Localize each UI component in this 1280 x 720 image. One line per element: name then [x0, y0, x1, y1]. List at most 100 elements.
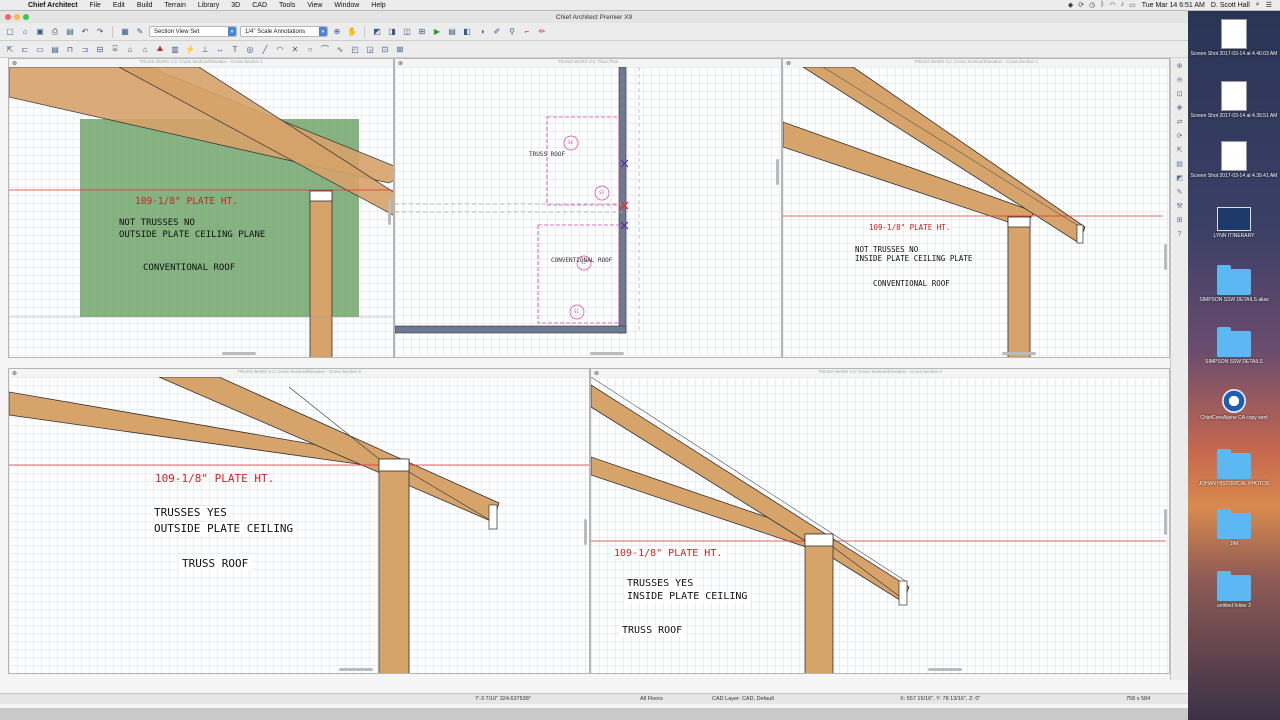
redo-icon[interactable]: ↷ — [94, 26, 106, 38]
reference-icon[interactable]: ⊠ — [394, 43, 406, 55]
cross-section-view-3[interactable]: TRUSS WARS V.2: Cross Section/Elevation … — [8, 368, 590, 674]
close-view-icon[interactable]: ⊗ — [594, 370, 599, 377]
menu-window[interactable]: Window — [328, 2, 365, 9]
delete-icon[interactable]: ✕ — [289, 43, 301, 55]
camera-icon[interactable]: ◩ — [1175, 174, 1185, 184]
menu-cad[interactable]: CAD — [246, 2, 273, 9]
polyline-icon[interactable]: ⌒ — [319, 43, 331, 55]
spotlight-icon[interactable]: ⌕ — [1256, 1, 1260, 9]
draw-wall-icon[interactable]: ⊏ — [19, 43, 31, 55]
render-icon[interactable]: ◑ — [476, 26, 488, 38]
terrain-icon[interactable]: ⛰ — [154, 43, 166, 55]
menu-app-name[interactable]: Chief Architect — [22, 2, 84, 9]
zoom-out-icon[interactable]: ⊖ — [1175, 76, 1185, 86]
close-view-icon[interactable]: ⊗ — [12, 60, 17, 67]
vertical-scrollbar[interactable] — [776, 159, 779, 185]
cross-section-view-2[interactable]: TRUSS WARS V.2: Cross Section/Elevation … — [782, 58, 1170, 358]
vertical-scrollbar[interactable] — [1164, 244, 1167, 270]
cross-section-view-4[interactable]: TRUSS WARS V.2: Cross Section/Elevation … — [590, 368, 1170, 674]
dimension-icon[interactable]: ↔ — [214, 43, 226, 55]
undo-icon[interactable]: ↶ — [79, 26, 91, 38]
menu-build[interactable]: Build — [131, 2, 159, 9]
zoom-in-icon[interactable]: ⊕ — [1175, 62, 1185, 72]
layer-display-icon[interactable]: ▦ — [119, 26, 131, 38]
record-icon[interactable]: ▤ — [446, 26, 458, 38]
refresh-icon[interactable]: ⟳ — [1175, 132, 1185, 142]
desktop-folder[interactable]: JOHAN HISTORICAL PHOTOS — [1188, 449, 1280, 487]
cross-section-icon[interactable]: ⊞ — [416, 26, 428, 38]
edit-icon[interactable]: ✎ — [1175, 188, 1185, 198]
zoom-icon[interactable]: ⊕ — [331, 26, 343, 38]
door-icon[interactable]: ⊐ — [79, 43, 91, 55]
material-eyedropper-icon[interactable]: ⚲ — [506, 26, 518, 38]
tile-horizontal-icon[interactable]: ◰ — [349, 43, 361, 55]
vertical-scrollbar[interactable] — [584, 519, 587, 545]
menu-tools[interactable]: Tools — [273, 2, 301, 9]
desktop-folder[interactable]: SIMPSON SSW DETAILS alias — [1188, 265, 1280, 303]
hand-icon[interactable]: ✋ — [346, 26, 358, 38]
desktop-file[interactable]: Screen Shot 2017-03-14 at 4.39.51 AM — [1188, 81, 1280, 119]
desktop-app[interactable]: ChiefCoreAlpine CA copy sent — [1188, 389, 1280, 421]
desktop-folder[interactable]: untitled folder 2 — [1188, 571, 1280, 609]
roof-icon[interactable]: ⌂ — [124, 43, 136, 55]
window-tool-icon[interactable]: ⊟ — [94, 43, 106, 55]
arc-icon[interactable]: ◠ — [274, 43, 286, 55]
swap-icon[interactable]: ⇄ — [1175, 118, 1185, 128]
elevation-icon[interactable]: ◨ — [386, 26, 398, 38]
wifi-icon[interactable]: ◠ — [1109, 1, 1115, 9]
circle-icon[interactable]: ○ — [304, 43, 316, 55]
play-walkthrough-icon[interactable]: ▶ — [431, 26, 443, 38]
vertical-scrollbar[interactable] — [1164, 509, 1167, 535]
camera-icon[interactable]: ◩ — [371, 26, 383, 38]
tools-icon[interactable]: ⚒ — [1175, 202, 1185, 212]
fill-window-icon[interactable]: ⊡ — [1175, 90, 1185, 100]
dropbox-icon[interactable]: ◆ — [1068, 1, 1073, 9]
annotation-set-select[interactable]: 1/4" Scale Annotations ▾ — [240, 26, 328, 37]
print-icon[interactable]: ⎙ — [49, 26, 61, 38]
notification-center-icon[interactable]: ☰ — [1266, 1, 1272, 9]
fill-window-icon[interactable]: ⊡ — [379, 43, 391, 55]
minimize-window-icon[interactable] — [14, 14, 20, 20]
spline-icon[interactable]: ∿ — [334, 43, 346, 55]
tile-vertical-icon[interactable]: ◲ — [364, 43, 376, 55]
help-icon[interactable]: ? — [1175, 230, 1185, 240]
desktop-folder[interactable]: JIM — [1188, 509, 1280, 547]
menu-terrain[interactable]: Terrain — [158, 2, 191, 9]
cross-section-view-1[interactable]: TRUSS WARS V.2: Cross Section/Elevation … — [8, 58, 394, 358]
select-objects-icon[interactable]: ⇱ — [4, 43, 16, 55]
menu-help[interactable]: Help — [365, 2, 391, 9]
horizontal-scrollbar[interactable] — [928, 668, 962, 671]
stairs-icon[interactable]: ⌸ — [109, 43, 121, 55]
pan-icon[interactable]: ✥ — [1175, 104, 1185, 114]
callout-icon[interactable]: ◎ — [244, 43, 256, 55]
horizontal-scrollbar[interactable] — [222, 352, 256, 355]
menu-view[interactable]: View — [301, 2, 328, 9]
desktop-file[interactable]: LYNN ITINERARY — [1188, 207, 1280, 239]
close-view-icon[interactable]: ⊗ — [786, 60, 791, 67]
horizontal-scrollbar[interactable] — [339, 668, 373, 671]
room-icon[interactable]: ▭ — [34, 43, 46, 55]
text-icon[interactable]: T — [229, 43, 241, 55]
menubar-clock[interactable]: Tue Mar 14 6:51 AM — [1142, 2, 1205, 9]
desktop-file[interactable]: Screen Shot 2017-03-14 at 4.40.03 AM — [1188, 19, 1280, 57]
layer-icon[interactable]: ▤ — [1175, 160, 1185, 170]
print-preview-icon[interactable]: ▤ — [64, 26, 76, 38]
menubar-user[interactable]: D. Scott Hall — [1211, 2, 1250, 9]
horizontal-scrollbar[interactable] — [590, 352, 624, 355]
floor-plan-view[interactable]: TRUSS WARS V.2: Floor Plan ⊗ TRUSS ROOF … — [394, 58, 782, 358]
menu-library[interactable]: Library — [192, 2, 225, 9]
desktop-folder[interactable]: SIMPSON SSW DETAILS — [1188, 327, 1280, 365]
volume-icon[interactable]: ♪ — [1121, 1, 1125, 9]
library-icon[interactable]: ▥ — [169, 43, 181, 55]
plumbing-icon[interactable]: ⊥ — [199, 43, 211, 55]
house-icon[interactable]: ⌂ — [139, 43, 151, 55]
section-icon[interactable]: ⊞ — [1175, 216, 1185, 226]
menu-3d[interactable]: 3D — [225, 2, 246, 9]
close-view-icon[interactable]: ⊗ — [398, 60, 403, 67]
paint-icon[interactable]: ✐ — [491, 26, 503, 38]
edit-layer-icon[interactable]: ✎ — [134, 26, 146, 38]
menu-file[interactable]: File — [84, 2, 107, 9]
electrical-icon[interactable]: ⚡ — [184, 43, 196, 55]
cabinet-icon[interactable]: ▤ — [49, 43, 61, 55]
glass-house-icon[interactable]: ◫ — [401, 26, 413, 38]
